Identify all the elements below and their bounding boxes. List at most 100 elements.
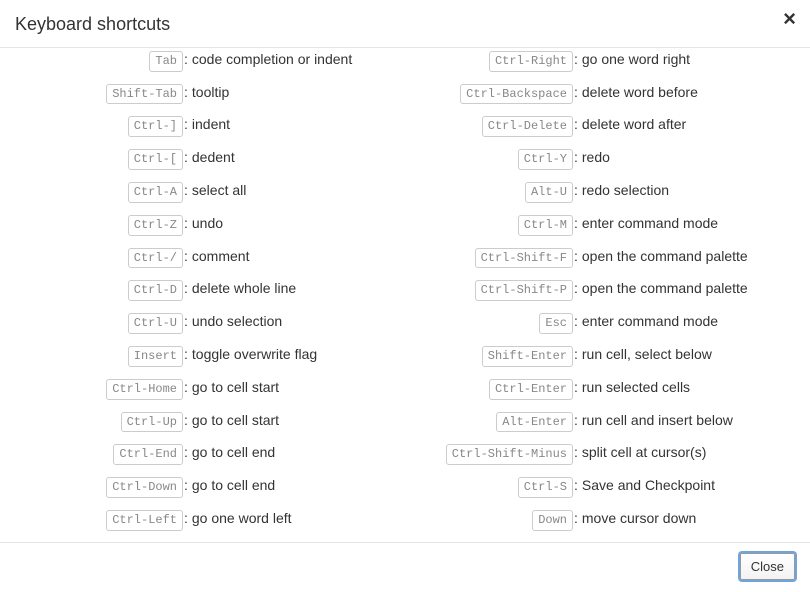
kbd: Insert <box>128 346 183 367</box>
shortcut-key: Ctrl-Left <box>15 509 183 531</box>
shortcut-key: Ctrl-[ <box>15 148 183 170</box>
shortcut-row: Ctrl-/:comment <box>15 247 405 269</box>
shortcut-key: Alt-U <box>405 181 573 203</box>
separator: : <box>573 83 582 103</box>
shortcut-desc: open the command palette <box>582 247 748 267</box>
kbd: Ctrl-Y <box>518 149 573 170</box>
keyboard-shortcuts-modal: Keyboard shortcuts × Space : scroll note… <box>0 0 810 592</box>
kbd: Ctrl-Enter <box>489 379 573 400</box>
shortcut-desc: undo <box>192 214 223 234</box>
kbd: Ctrl-Backspace <box>460 84 573 105</box>
separator: : <box>573 476 582 496</box>
kbd: Ctrl-A <box>128 182 183 203</box>
shortcut-row: Ctrl-A:select all <box>15 181 405 203</box>
kbd: Ctrl-Right <box>489 51 573 72</box>
shortcut-key: Ctrl-End <box>15 443 183 465</box>
shortcut-desc: code completion or indent <box>192 50 352 70</box>
shortcut-key: Shift-Enter <box>405 345 573 367</box>
separator: : <box>573 50 582 70</box>
shortcut-row: Ctrl-Down:go to cell end <box>15 476 405 498</box>
shortcut-key: Ctrl-Y <box>405 148 573 170</box>
shortcut-desc: select all <box>192 181 246 201</box>
separator: : <box>183 115 192 135</box>
shortcut-row: Alt-Enter:run cell and insert below <box>405 411 795 433</box>
shortcut-key: Ctrl-Right <box>405 50 573 72</box>
kbd: Ctrl-U <box>128 313 183 334</box>
separator: : <box>573 214 582 234</box>
shortcut-key: Ctrl-Home <box>15 378 183 400</box>
shortcut-key: Ctrl-Down <box>15 476 183 498</box>
separator: : <box>183 214 192 234</box>
shortcut-desc: run selected cells <box>582 378 690 398</box>
shortcut-row: Ctrl-Enter:run selected cells <box>405 378 795 400</box>
modal-title: Keyboard shortcuts <box>15 14 795 35</box>
shortcut-key: Ctrl-] <box>15 115 183 137</box>
kbd: Ctrl-Down <box>106 477 183 498</box>
kbd: Ctrl-Shift-Minus <box>446 444 573 465</box>
kbd: Shift-Tab <box>106 84 183 105</box>
close-icon[interactable]: × <box>783 8 796 30</box>
kbd: Ctrl-S <box>518 477 573 498</box>
shortcut-row: Ctrl-S:Save and Checkpoint <box>405 476 795 498</box>
shortcut-desc: delete word before <box>582 83 698 103</box>
shortcut-row: Ctrl-Home:go to cell start <box>15 378 405 400</box>
shortcut-row: Ctrl-End:go to cell end <box>15 443 405 465</box>
kbd: Ctrl-Shift-P <box>475 280 573 301</box>
shortcut-key: Ctrl-Shift-Minus <box>405 443 573 465</box>
separator: : <box>573 378 582 398</box>
shortcut-key: Ctrl-D <box>15 279 183 301</box>
shortcut-row: Shift-Tab:tooltip <box>15 83 405 105</box>
kbd: Ctrl-Z <box>128 215 183 236</box>
separator: : <box>183 411 192 431</box>
shortcut-desc: redo selection <box>582 181 669 201</box>
kbd: Ctrl-] <box>128 116 183 137</box>
shortcut-row: Ctrl-U:undo selection <box>15 312 405 334</box>
shortcut-row: Ctrl-Shift-Minus:split cell at cursor(s) <box>405 443 795 465</box>
shortcut-key: Esc <box>405 312 573 334</box>
kbd: Ctrl-End <box>113 444 183 465</box>
shortcut-desc: redo <box>582 148 610 168</box>
separator: : <box>573 247 582 267</box>
separator: : <box>183 50 192 70</box>
shortcut-desc: open the command palette <box>582 279 748 299</box>
shortcut-row: Shift-Enter:run cell, select below <box>405 345 795 367</box>
kbd: Ctrl-/ <box>128 248 183 269</box>
separator: : <box>573 509 582 529</box>
shortcut-key: Ctrl-Shift-F <box>405 247 573 269</box>
shortcut-desc: move cursor down <box>582 509 696 529</box>
kbd: Ctrl-M <box>518 215 573 236</box>
shortcut-desc: go to cell start <box>192 411 279 431</box>
kbd: Ctrl-Home <box>106 379 183 400</box>
shortcut-row: Ctrl-D:delete whole line <box>15 279 405 301</box>
separator: : <box>183 312 192 332</box>
shortcut-desc: go to cell end <box>192 476 275 496</box>
kbd: Ctrl-Up <box>121 412 183 433</box>
shortcut-key: Ctrl-Shift-P <box>405 279 573 301</box>
shortcut-key: Ctrl-Z <box>15 214 183 236</box>
shortcut-column-left: Tab:code completion or indentShift-Tab:t… <box>15 50 405 542</box>
shortcut-desc: Save and Checkpoint <box>582 476 715 496</box>
modal-body[interactable]: Space : scroll notebook down Edit Mode (… <box>0 47 810 543</box>
kbd: Shift-Enter <box>482 346 573 367</box>
shortcut-row: Ctrl-Z:undo <box>15 214 405 236</box>
shortcut-row: Ctrl-M:enter command mode <box>405 214 795 236</box>
shortcut-row: Ctrl-Delete:delete word after <box>405 115 795 137</box>
kbd: Ctrl-Delete <box>482 116 573 137</box>
shortcut-desc: dedent <box>192 148 235 168</box>
shortcut-row: Insert:toggle overwrite flag <box>15 345 405 367</box>
shortcut-column-right: Ctrl-Right:go one word rightCtrl-Backspa… <box>405 50 795 542</box>
shortcut-desc: run cell and insert below <box>582 411 733 431</box>
shortcut-key: Tab <box>15 50 183 72</box>
separator: : <box>573 443 582 463</box>
shortcut-desc: delete word after <box>582 115 686 135</box>
shortcut-key: Ctrl-M <box>405 214 573 236</box>
separator: : <box>573 312 582 332</box>
shortcut-row: Ctrl-Left:go one word left <box>15 509 405 531</box>
separator: : <box>573 181 582 201</box>
shortcut-desc: split cell at cursor(s) <box>582 443 706 463</box>
modal-footer: Close <box>0 543 810 592</box>
shortcut-row: Ctrl-Shift-P:open the command palette <box>405 279 795 301</box>
separator: : <box>183 181 192 201</box>
shortcut-desc: delete whole line <box>192 279 296 299</box>
close-button[interactable]: Close <box>740 553 795 580</box>
